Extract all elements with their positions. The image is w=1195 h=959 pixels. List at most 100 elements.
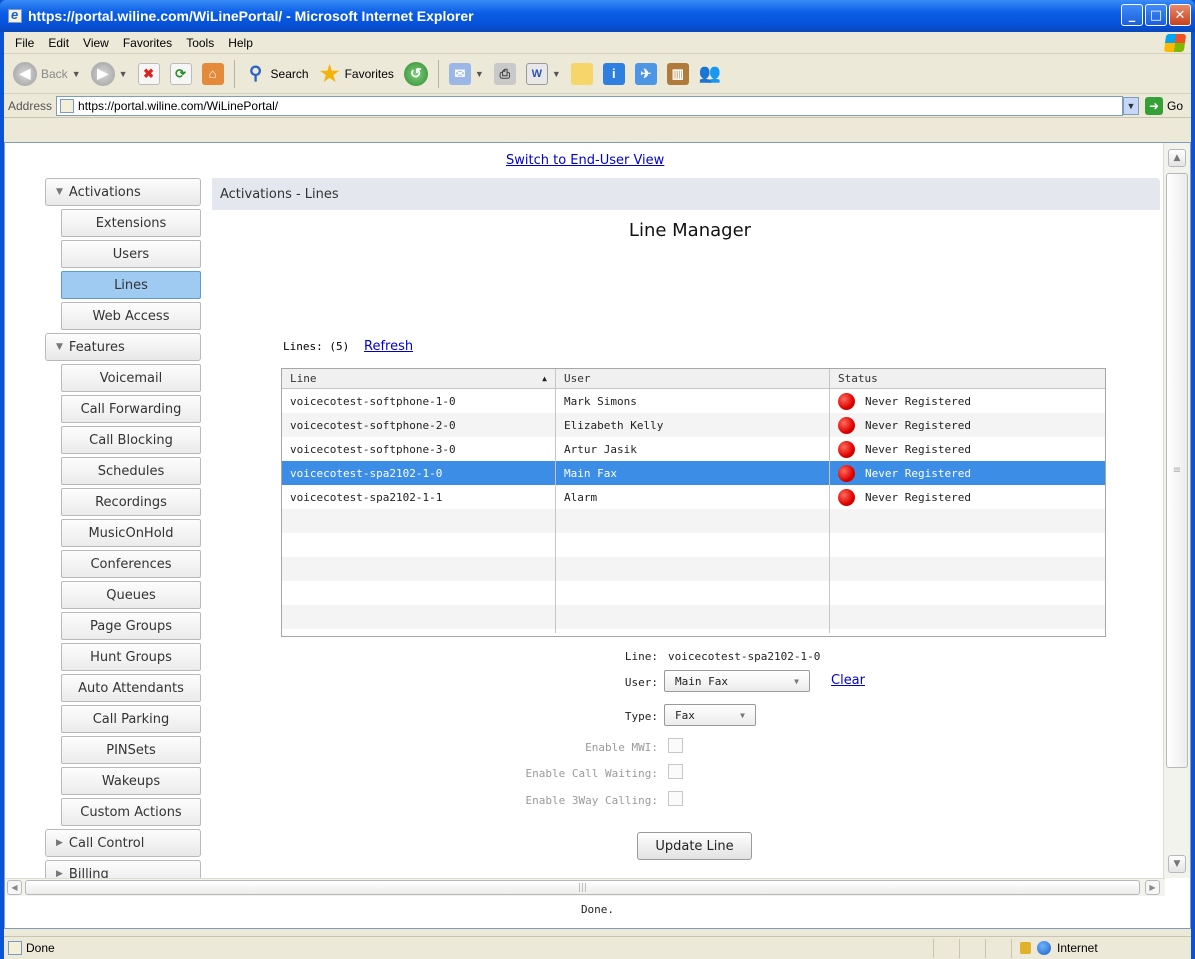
nav-item-auto-attendants[interactable]: Auto Attendants xyxy=(61,674,201,702)
nav-item-queues[interactable]: Queues xyxy=(61,581,201,609)
main-panel: Activations - Lines Line Manager Lines: … xyxy=(212,178,1160,878)
enable-mwi-checkbox[interactable] xyxy=(668,738,683,753)
nav-item-conferences[interactable]: Conferences xyxy=(61,550,201,578)
nav-item-hunt-groups[interactable]: Hunt Groups xyxy=(61,643,201,671)
vertical-scrollbar[interactable]: ▲ ≡ ▼ xyxy=(1163,143,1190,878)
menu-file[interactable]: File xyxy=(8,36,41,50)
favorites-label: Favorites xyxy=(344,66,394,81)
cell-user: Mark Simons xyxy=(556,389,830,413)
column-header-status[interactable]: Status xyxy=(830,369,1105,388)
scroll-left-icon[interactable]: ◀ xyxy=(7,880,22,895)
history-button[interactable]: ↺ xyxy=(401,59,431,89)
nav-item-extensions[interactable]: Extensions xyxy=(61,209,201,237)
scroll-right-icon[interactable]: ▶ xyxy=(1145,880,1160,895)
address-dropdown-icon[interactable]: ▼ xyxy=(1122,96,1139,115)
status-red-dot-icon xyxy=(838,440,855,458)
refresh-link[interactable]: Refresh xyxy=(364,339,413,354)
status-cell xyxy=(933,938,959,958)
collapsed-triangle-icon: ▶ xyxy=(56,838,63,848)
contacts-button[interactable]: 👥 xyxy=(696,59,724,89)
refresh-button[interactable]: ⟳ xyxy=(167,59,195,89)
scroll-down-icon[interactable]: ▼ xyxy=(1168,855,1186,873)
back-button[interactable]: ◀ Back ▼ xyxy=(10,59,84,89)
messenger-button[interactable]: i xyxy=(600,59,628,89)
bookshelf-button[interactable]: ▥ xyxy=(664,59,692,89)
scroll-up-icon[interactable]: ▲ xyxy=(1168,149,1186,167)
minimize-button[interactable]: _ xyxy=(1121,4,1143,26)
nav-group-features[interactable]: ▼ Features xyxy=(45,333,201,361)
line-value: voicecotest-spa2102-1-0 xyxy=(668,650,821,663)
table-row[interactable]: voicecotest-softphone-1-0 Mark Simons Ne… xyxy=(282,389,1105,413)
nav-item-wakeups[interactable]: Wakeups xyxy=(61,767,201,795)
table-row[interactable]: voicecotest-spa2102-1-1 Alarm Never Regi… xyxy=(282,485,1105,509)
scrollbar-thumb[interactable]: ≡ xyxy=(1166,173,1188,768)
menu-view[interactable]: View xyxy=(76,36,116,50)
status-text: Done xyxy=(26,941,55,955)
research-button[interactable]: ✈ xyxy=(632,59,660,89)
table-row-empty xyxy=(282,605,1105,629)
status-red-dot-icon xyxy=(838,464,855,482)
section-header: Activations - Lines xyxy=(212,178,1160,210)
go-button[interactable]: ➜ Go xyxy=(1144,96,1183,115)
search-button[interactable]: ⚲ Search xyxy=(242,59,312,89)
column-header-line[interactable]: Line ▲ xyxy=(282,369,556,388)
nav-item-web-access[interactable]: Web Access xyxy=(61,302,201,330)
address-input[interactable]: https://portal.wiline.com/WiLinePortal/ xyxy=(56,95,1123,116)
horizontal-scrollbar[interactable]: ◀ ||| ▶ xyxy=(5,878,1165,896)
enable-3way-calling-checkbox[interactable] xyxy=(668,791,683,806)
menu-favorites[interactable]: Favorites xyxy=(116,36,179,50)
print-button[interactable]: ⎙ xyxy=(491,59,519,89)
status-red-dot-icon xyxy=(838,392,855,410)
nav-item-call-forwarding[interactable]: Call Forwarding xyxy=(61,395,201,423)
nav-group-call-control[interactable]: ▶ Call Control xyxy=(45,829,201,857)
status-cell xyxy=(985,938,1011,958)
enable-call-waiting-checkbox[interactable] xyxy=(668,764,683,779)
clear-link[interactable]: Clear xyxy=(831,673,865,688)
nav-item-music-on-hold[interactable]: MusicOnHold xyxy=(61,519,201,547)
chevron-down-icon: ▼ xyxy=(740,710,745,720)
table-row[interactable]: voicecotest-softphone-3-0 Artur Jasik Ne… xyxy=(282,437,1105,461)
user-select[interactable]: Main Fax ▼ xyxy=(664,670,810,692)
notes-button[interactable] xyxy=(568,59,596,89)
column-header-user[interactable]: User xyxy=(556,369,830,388)
table-row-selected[interactable]: voicecotest-spa2102-1-0 Main Fax Never R… xyxy=(282,461,1105,485)
address-bar: Address https://portal.wiline.com/WiLine… xyxy=(4,94,1191,118)
table-row[interactable]: voicecotest-softphone-2-0 Elizabeth Kell… xyxy=(282,413,1105,437)
close-button[interactable]: ✕ xyxy=(1169,4,1191,26)
back-label: Back xyxy=(41,66,68,81)
favorites-button[interactable]: ★ Favorites xyxy=(316,59,397,89)
mail-icon: ✉ xyxy=(448,62,471,85)
cell-status: Never Registered xyxy=(830,461,1105,485)
ie-icon xyxy=(8,7,22,23)
nav-item-custom-actions[interactable]: Custom Actions xyxy=(61,798,201,826)
mail-dropdown-icon: ▼ xyxy=(474,68,484,79)
update-line-button[interactable]: Update Line xyxy=(637,832,752,860)
nav-item-schedules[interactable]: Schedules xyxy=(61,457,201,485)
forward-button[interactable]: ▶ ▼ xyxy=(88,59,131,89)
maximize-button[interactable]: □ xyxy=(1145,4,1167,26)
horizontal-scrollbar-thumb[interactable]: ||| xyxy=(25,880,1140,895)
nav-group-activations[interactable]: ▼ Activations xyxy=(45,178,201,206)
type-select[interactable]: Fax ▼ xyxy=(664,704,756,726)
nav-item-users[interactable]: Users xyxy=(61,240,201,268)
menu-tools[interactable]: Tools xyxy=(179,36,221,50)
print-icon: ⎙ xyxy=(493,62,516,85)
nav-item-recordings[interactable]: Recordings xyxy=(61,488,201,516)
page-status-text: Done. xyxy=(580,903,615,916)
nav-item-call-blocking[interactable]: Call Blocking xyxy=(61,426,201,454)
cell-status: Never Registered xyxy=(830,485,1105,509)
lines-table: Line ▲ User Status voicecotest-softphone… xyxy=(281,368,1106,637)
nav-item-voicemail[interactable]: Voicemail xyxy=(61,364,201,392)
home-button[interactable]: ⌂ xyxy=(199,59,227,89)
menu-edit[interactable]: Edit xyxy=(41,36,76,50)
status-text: Never Registered xyxy=(865,442,971,456)
nav-item-lines[interactable]: Lines xyxy=(61,271,201,299)
switch-to-end-user-link[interactable]: Switch to End-User View xyxy=(506,153,664,168)
edit-button[interactable]: W ▼ xyxy=(523,59,564,89)
nav-item-pinsets[interactable]: PINSets xyxy=(61,736,201,764)
stop-button[interactable]: ✖ xyxy=(135,59,163,89)
nav-item-call-parking[interactable]: Call Parking xyxy=(61,705,201,733)
nav-item-page-groups[interactable]: Page Groups xyxy=(61,612,201,640)
mail-button[interactable]: ✉ ▼ xyxy=(446,59,487,89)
menu-help[interactable]: Help xyxy=(221,36,260,50)
